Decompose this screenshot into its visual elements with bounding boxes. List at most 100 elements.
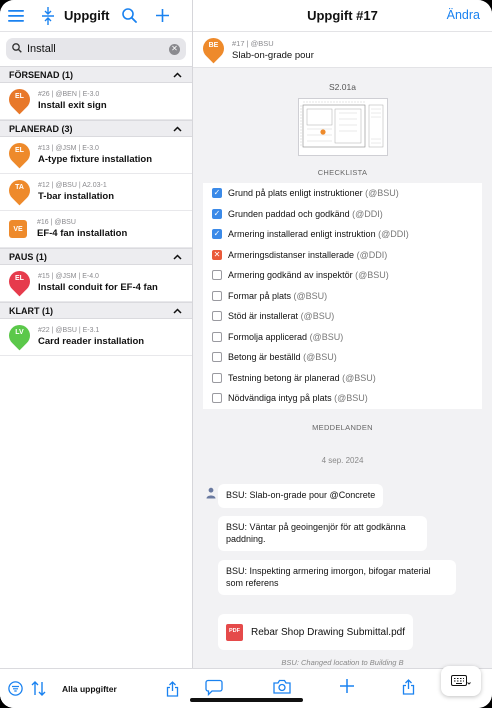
task-name: A-type fixture installation [38, 154, 153, 165]
pin-badge-icon: EL [4, 138, 35, 169]
pin-badge-icon: EL [4, 266, 35, 297]
checklist-item[interactable]: ✓ Grunden paddad och godkänd (@DDI) [203, 204, 482, 225]
pin-badge-icon: TA [4, 175, 35, 206]
checked-checkbox-icon[interactable]: ✓ [212, 188, 222, 199]
task-name: Card reader installation [38, 336, 145, 347]
chevron-up-icon [173, 306, 182, 316]
filter-label[interactable]: Alla uppgifter [62, 684, 166, 694]
search-field-icon [12, 40, 22, 58]
checklist-item[interactable]: ✓ Armering installerad enligt instruktion… [203, 224, 482, 245]
checklist: ✓ Grund på plats enligt instruktioner (@B… [203, 183, 482, 409]
app-window: Uppgifter ✕ FÖRSENAD (1) EL [0, 0, 492, 708]
unchecked-checkbox-icon[interactable] [212, 393, 222, 404]
checklist-item[interactable]: Formolja applicerad (@BSU) [203, 327, 482, 348]
task-name: T-bar installation [38, 191, 115, 202]
group-label: PAUS (1) [9, 251, 47, 262]
add-icon[interactable] [340, 679, 354, 693]
sort-icon[interactable] [31, 681, 46, 696]
attachment-name: Rebar Shop Drawing Submittal.pdf [251, 626, 405, 638]
task-item[interactable]: VE #16 | @BSU EF-4 fan installation [0, 211, 192, 248]
checklist-item[interactable]: Stöd är installerat (@BSU) [203, 306, 482, 327]
task-detail-panel: Uppgift #17 Ändra BE #17 | @BSU Slab-on-… [193, 0, 492, 708]
drawing-label: S2.01a [329, 82, 356, 92]
task-summary: BE #17 | @BSU Slab-on-grade pour [193, 32, 492, 68]
attachment-bubble[interactable]: PDF Rebar Shop Drawing Submittal.pdf [218, 614, 413, 650]
left-toolbar: Alla uppgifter [0, 668, 193, 708]
search-bar: ✕ [6, 38, 186, 60]
left-header: Uppgifter [0, 0, 192, 32]
unchecked-checkbox-icon[interactable] [212, 290, 222, 301]
group-header-planned[interactable]: PLANERAD (3) [0, 120, 192, 137]
message-bubble[interactable]: BSU: Väntar på geoingenjör för att godkä… [218, 516, 427, 552]
task-name: Install conduit for EF-4 fan [38, 282, 158, 293]
share-icon[interactable] [166, 680, 179, 697]
checklist-item[interactable]: ✓ Grund på plats enligt instruktioner (@B… [203, 183, 482, 204]
task-meta: #16 | @BSU [37, 219, 76, 226]
checklist-item[interactable]: Testning betong är planerad (@BSU) [203, 368, 482, 389]
checklist-item[interactable]: Nödvändiga intyg på plats (@BSU) [203, 388, 482, 409]
group-label: FÖRSENAD (1) [9, 69, 74, 80]
share-icon[interactable] [402, 679, 415, 695]
task-meta: #22 | @BSU | E-3.1 [38, 327, 100, 334]
filter-icon[interactable] [8, 681, 23, 696]
search-input[interactable] [27, 43, 169, 55]
unchecked-checkbox-icon[interactable] [212, 352, 222, 363]
group-label: PLANERAD (3) [9, 123, 73, 134]
pin-badge-icon: LV [4, 320, 35, 351]
task-item[interactable]: EL #13 | @JSM | E-3.0 A-type fixture ins… [0, 137, 192, 174]
clear-search-icon[interactable]: ✕ [169, 43, 180, 55]
user-avatar-icon [205, 486, 217, 499]
detail-title: Uppgift #17 [307, 8, 378, 23]
unchecked-checkbox-icon[interactable] [212, 311, 222, 322]
task-item[interactable]: TA #12 | @BSU | A2.03-1 T-bar installati… [0, 174, 192, 211]
edit-button[interactable]: Ändra [447, 8, 480, 22]
message-bubble[interactable]: BSU: Slab-on-grade pour @Concrete [218, 484, 384, 508]
checklist-item[interactable]: ✕ Armeringsdistanser installerade (@DDI) [203, 245, 482, 266]
task-meta: #13 | @JSM | E-3.0 [38, 145, 99, 152]
task-name: Slab-on-grade pour [232, 49, 314, 61]
collapse-arrows-icon[interactable] [42, 6, 54, 25]
unchecked-checkbox-icon[interactable] [212, 331, 222, 342]
checklist-title: CHECKLISTA [317, 168, 368, 177]
camera-icon[interactable] [273, 679, 291, 694]
task-item[interactable]: LV #22 | @BSU | E-3.1 Card reader instal… [0, 319, 192, 356]
detail-header: Uppgift #17 Ändra [193, 0, 492, 32]
task-meta: #17 | @BSU [232, 38, 274, 48]
chevron-up-icon [173, 124, 182, 134]
menu-icon[interactable] [8, 9, 24, 22]
chevron-up-icon [173, 252, 182, 262]
drawing-thumbnail[interactable] [297, 98, 388, 156]
task-name: EF-4 fan installation [37, 228, 128, 239]
checklist-item[interactable]: Formar på plats (@BSU) [203, 286, 482, 307]
add-icon[interactable] [156, 9, 169, 22]
task-item[interactable]: EL #26 | @BEN | E-3.0 Install exit sign [0, 83, 192, 120]
task-list-panel: Uppgifter ✕ FÖRSENAD (1) EL [0, 0, 193, 708]
task-meta: #26 | @BEN | E-3.0 [38, 91, 100, 98]
unchecked-checkbox-icon[interactable] [212, 372, 222, 383]
task-name: Install exit sign [38, 100, 107, 111]
comment-icon[interactable] [205, 679, 223, 696]
failed-checkbox-icon[interactable]: ✕ [212, 249, 222, 260]
checklist-item[interactable]: Armering godkänd av inspektör (@BSU) [203, 265, 482, 286]
checklist-item[interactable]: Betong är beställd (@BSU) [203, 347, 482, 368]
square-badge-icon: VE [9, 220, 27, 238]
messages-title: MEDDELANDEN [312, 422, 373, 432]
group-header-paused[interactable]: PAUS (1) [0, 248, 192, 265]
home-indicator [190, 698, 303, 702]
pdf-file-icon: PDF [226, 623, 243, 641]
group-header-done[interactable]: KLART (1) [0, 302, 192, 319]
message-bubble[interactable]: BSU: Inspekting armering imorgon, bifoga… [218, 560, 456, 596]
checked-checkbox-icon[interactable]: ✓ [212, 208, 222, 219]
pin-badge-icon: BE [198, 33, 229, 63]
task-meta: #12 | @BSU | A2.03-1 [38, 182, 107, 189]
task-meta: #15 | @JSM | E-4.0 [38, 273, 99, 280]
checked-checkbox-icon[interactable]: ✓ [212, 229, 222, 240]
left-title: Uppgifter [64, 8, 110, 23]
chevron-up-icon [173, 70, 182, 80]
task-item[interactable]: EL #15 | @JSM | E-4.0 Install conduit fo… [0, 265, 192, 302]
search-icon[interactable] [122, 8, 137, 23]
group-header-overdue[interactable]: FÖRSENAD (1) [0, 66, 192, 83]
pin-badge-icon: EL [4, 84, 35, 115]
keyboard-icon[interactable] [441, 666, 481, 696]
unchecked-checkbox-icon[interactable] [212, 270, 222, 281]
